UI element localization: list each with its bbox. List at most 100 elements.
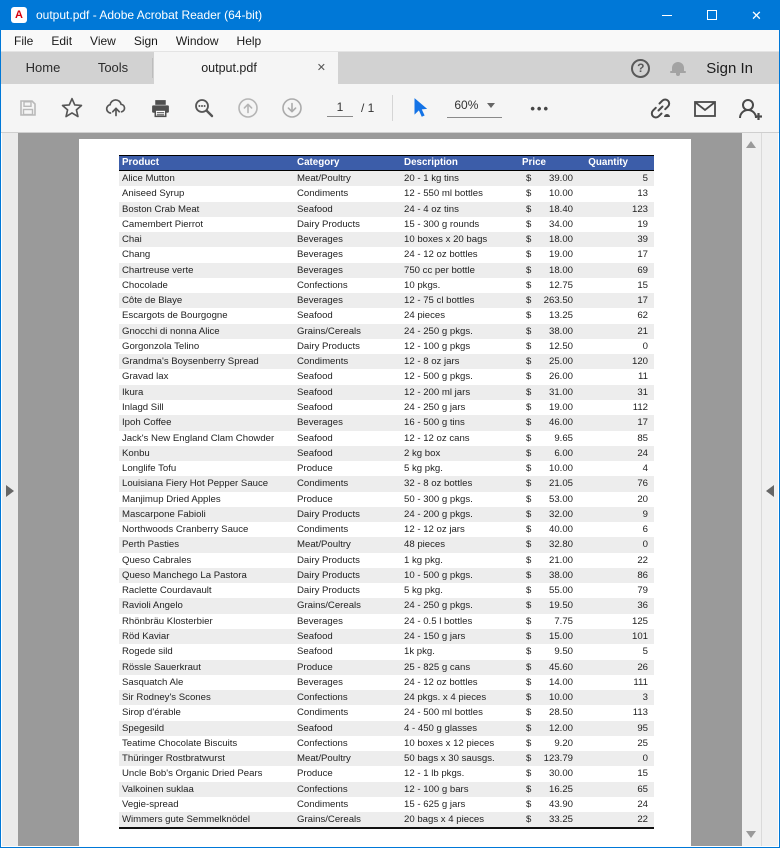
price-amount: 26.00 <box>549 369 573 384</box>
price-amount: 18.00 <box>549 232 573 247</box>
close-button[interactable]: ✕ <box>734 0 779 30</box>
cell-price: $10.00 <box>518 461 581 476</box>
price-amount: 45.60 <box>549 660 573 675</box>
tab-divider <box>152 58 153 78</box>
cell-product: Chocolade <box>119 278 297 293</box>
cell-price: $25.00 <box>518 354 581 369</box>
cell-description: 24 - 250 g pkgs. <box>404 598 518 613</box>
tab-home[interactable]: Home <box>15 52 71 84</box>
zoom-level-control[interactable]: 60% <box>447 98 502 118</box>
menu-item-edit[interactable]: Edit <box>42 30 81 52</box>
document-area: ProductCategoryDescriptionPriceQuantity … <box>2 133 778 846</box>
cell-quantity: 24 <box>581 446 654 461</box>
currency-symbol: $ <box>526 278 531 293</box>
cell-description: 24 - 500 ml bottles <box>404 705 518 720</box>
vertical-scrollbar[interactable] <box>742 133 761 846</box>
price-amount: 9.20 <box>554 736 573 751</box>
cell-category: Seafood <box>297 446 404 461</box>
table-row: Escargots de BourgogneSeafood24 pieces$1… <box>119 308 654 323</box>
scroll-down-icon[interactable] <box>746 831 756 838</box>
price-amount: 13.25 <box>549 308 573 323</box>
cell-category: Meat/Poultry <box>297 537 404 552</box>
next-page-button[interactable] <box>281 97 303 119</box>
cell-category: Beverages <box>297 675 404 690</box>
help-icon[interactable]: ? <box>631 59 650 78</box>
menu-item-view[interactable]: View <box>81 30 125 52</box>
cell-quantity: 0 <box>581 537 654 552</box>
cell-product: Ipoh Coffee <box>119 415 297 430</box>
person-plus-icon <box>737 97 763 121</box>
table-row: IkuraSeafood12 - 200 ml jars$31.0031 <box>119 385 654 400</box>
currency-symbol: $ <box>526 583 531 598</box>
tab-close-icon[interactable]: ✕ <box>317 52 326 84</box>
cell-quantity: 86 <box>581 568 654 583</box>
cell-product: Inlagd Sill <box>119 400 297 415</box>
expand-right-panel-icon[interactable] <box>766 485 774 497</box>
maximize-button[interactable] <box>689 0 734 30</box>
select-tool-button[interactable] <box>409 97 431 119</box>
minimize-button[interactable] <box>644 0 689 30</box>
save-button[interactable] <box>17 97 39 119</box>
product-table: ProductCategoryDescriptionPriceQuantity … <box>119 155 654 829</box>
print-button[interactable] <box>149 97 171 119</box>
menu-item-sign[interactable]: Sign <box>125 30 167 52</box>
share-cloud-button[interactable] <box>105 97 127 119</box>
currency-symbol: $ <box>526 400 531 415</box>
menu-item-help[interactable]: Help <box>228 30 271 52</box>
cell-product: Camembert Pierrot <box>119 217 297 232</box>
cell-description: 24 - 12 oz bottles <box>404 247 518 262</box>
cell-description: 24 - 0.5 l bottles <box>404 614 518 629</box>
scroll-up-icon[interactable] <box>746 141 756 148</box>
notifications-bell-icon[interactable] <box>670 61 686 76</box>
cell-category: Condiments <box>297 354 404 369</box>
menu-item-window[interactable]: Window <box>167 30 228 52</box>
cell-description: 16 - 500 g tins <box>404 415 518 430</box>
page-count-label: / 1 <box>361 101 374 115</box>
send-email-button[interactable] <box>693 97 717 121</box>
titlebar: A output.pdf - Adobe Acrobat Reader (64-… <box>1 0 779 30</box>
cell-category: Produce <box>297 660 404 675</box>
cell-price: $12.00 <box>518 721 581 736</box>
price-amount: 46.00 <box>549 415 573 430</box>
cell-price: $123.79 <box>518 751 581 766</box>
cell-quantity: 13 <box>581 186 654 201</box>
table-body: Alice MuttonMeat/Poultry20 - 1 kg tins$3… <box>119 171 654 829</box>
table-row: ChangBeverages24 - 12 oz bottles$19.0017 <box>119 247 654 262</box>
fill-sign-button[interactable] <box>737 97 763 121</box>
table-row: ChocoladeConfections10 pkgs.$12.7515 <box>119 278 654 293</box>
price-amount: 38.00 <box>549 568 573 583</box>
cell-category: Confections <box>297 736 404 751</box>
right-panel-rail[interactable] <box>761 133 778 846</box>
price-amount: 15.00 <box>549 629 573 644</box>
table-row: Vegie-spreadCondiments15 - 625 g jars$43… <box>119 797 654 812</box>
table-row: Camembert PierrotDairy Products15 - 300 … <box>119 217 654 232</box>
table-header-row: ProductCategoryDescriptionPriceQuantity <box>119 155 654 171</box>
cell-quantity: 85 <box>581 431 654 446</box>
previous-page-button[interactable] <box>237 97 259 119</box>
sign-in-button[interactable]: Sign In <box>706 60 753 77</box>
cell-category: Condiments <box>297 186 404 201</box>
cell-quantity: 62 <box>581 308 654 323</box>
currency-symbol: $ <box>526 675 531 690</box>
more-tools-button[interactable]: ••• <box>530 101 550 116</box>
menu-bar: FileEditViewSignWindowHelp <box>1 30 779 52</box>
menu-item-file[interactable]: File <box>5 30 42 52</box>
currency-symbol: $ <box>526 522 531 537</box>
cell-category: Dairy Products <box>297 507 404 522</box>
tab-document-label: output.pdf <box>154 52 304 84</box>
tab-tools[interactable]: Tools <box>85 52 141 84</box>
cell-description: 24 pieces <box>404 308 518 323</box>
cell-category: Condiments <box>297 797 404 812</box>
page-number-input[interactable]: 1 <box>327 100 353 117</box>
share-link-button[interactable] <box>649 97 673 121</box>
expand-left-panel-icon[interactable] <box>6 485 14 497</box>
tab-document[interactable]: output.pdf ✕ <box>154 52 338 84</box>
favorites-button[interactable] <box>61 97 83 119</box>
find-zoom-button[interactable] <box>193 97 215 119</box>
currency-symbol: $ <box>526 369 531 384</box>
cell-category: Seafood <box>297 431 404 446</box>
cell-price: $40.00 <box>518 522 581 537</box>
left-panel-rail[interactable] <box>2 133 18 846</box>
table-row: Uncle Bob's Organic Dried PearsProduce12… <box>119 766 654 781</box>
cell-category: Confections <box>297 278 404 293</box>
